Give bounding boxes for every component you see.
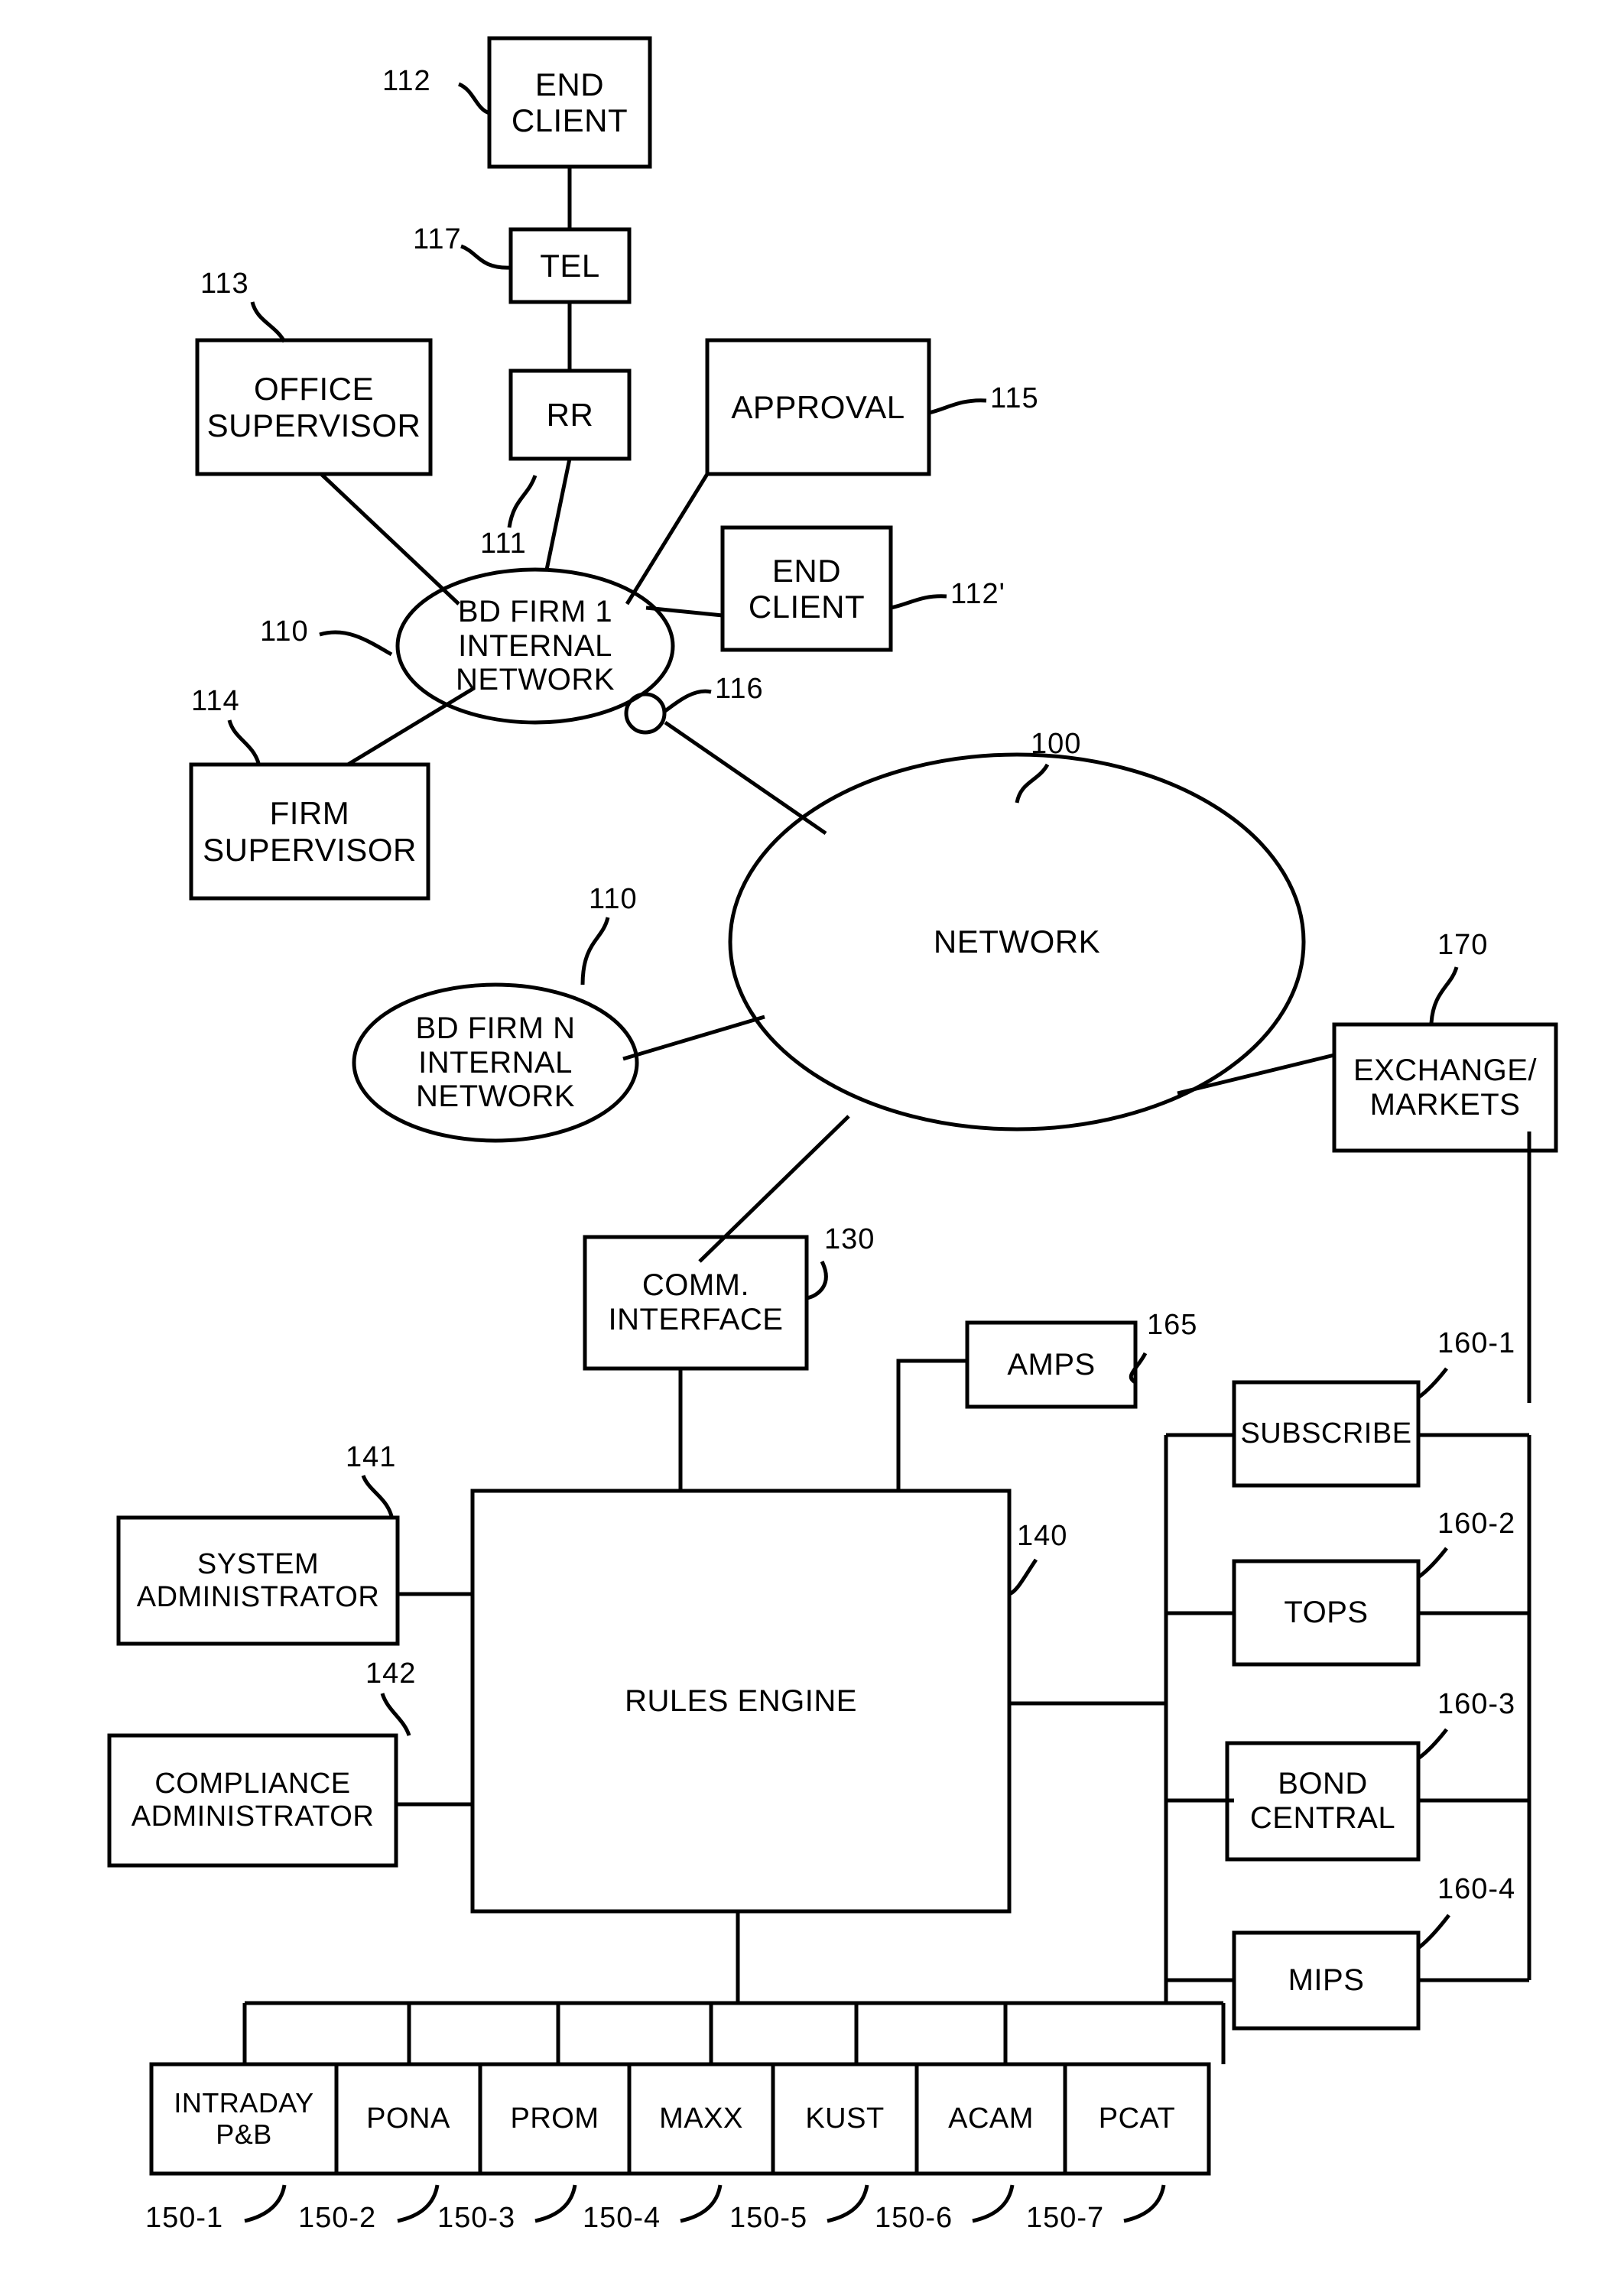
ref-150-1: 150-1 [145,2202,224,2234]
leader-150-1 [244,2184,287,2223]
shape-150-4 [627,2062,775,2176]
shape-firm-supervisor [189,762,430,901]
leader-150-7 [1123,2184,1166,2223]
ref-114: 114 [191,685,240,717]
ref-142: 142 [365,1657,417,1690]
link-bdfirmn-network [622,1015,765,1061]
ref-170: 170 [1437,929,1489,961]
shape-150-2 [334,2062,482,2176]
ref-150-5: 150-5 [729,2202,808,2234]
leader-116 [664,689,712,713]
ref-110-b: 110 [589,883,638,915]
ref-130: 130 [824,1223,875,1255]
ref-160-2: 160-2 [1437,1508,1516,1540]
ref-150-4: 150-4 [583,2202,661,2234]
leader-100 [1015,763,1050,804]
shape-amps [965,1320,1138,1409]
leader-150-6 [972,2184,1015,2223]
shape-end-client-top [487,36,652,169]
leader-150-3 [534,2184,577,2223]
ref-115: 115 [990,382,1039,414]
link-rr-bdfirm1 [544,458,572,570]
shape-gateway-node [624,692,667,735]
shape-exchange-markets [1332,1022,1558,1153]
shape-rr [508,369,632,461]
ref-160-1: 160-1 [1437,1327,1516,1359]
leader-160-3 [1417,1728,1448,1761]
shape-tops [1232,1559,1421,1667]
ref-111: 111 [480,528,527,560]
leader-130 [806,1260,828,1300]
leader-117 [460,244,512,270]
ref-165: 165 [1147,1309,1198,1341]
leader-170 [1429,966,1459,1024]
leader-160-2 [1417,1547,1448,1580]
ref-150-7: 150-7 [1026,2202,1105,2234]
leader-150-2 [397,2184,440,2223]
ref-116: 116 [715,673,764,705]
leader-112prime [890,594,947,610]
ref-117: 117 [413,223,462,255]
shape-end-client-prime [720,525,893,652]
leader-160-4 [1417,1914,1450,1950]
shape-bond-central [1225,1741,1421,1862]
shape-subscribe [1232,1380,1421,1488]
shape-150-1 [149,2062,339,2176]
leader-160-1 [1417,1367,1448,1400]
shape-rules-engine [470,1489,1012,1914]
shape-150-5 [771,2062,919,2176]
leader-114 [227,719,261,764]
ref-112: 112 [382,65,431,97]
link-approval-bdfirm1 [625,472,710,606]
leader-110b [580,917,610,985]
leader-140 [1008,1558,1038,1596]
shape-mips [1232,1930,1421,2031]
ref-140: 140 [1017,1520,1068,1552]
link-amps-rulesengine [896,1359,967,1491]
leader-142 [380,1693,411,1736]
ref-160-4: 160-4 [1437,1873,1516,1905]
shape-150-7 [1063,2062,1211,2176]
shape-compliance-administrator [107,1733,398,1868]
shape-150-6 [914,2062,1067,2176]
ref-112-prime: 112' [950,578,1005,610]
link-officesup-bdfirm1 [320,472,460,606]
shape-comm-interface [583,1235,809,1371]
ref-150-2: 150-2 [298,2202,377,2234]
shape-150-3 [478,2062,632,2176]
patent-figure: END CLIENT TEL RR OFFICE SUPERVISOR APPR… [0,0,1624,2289]
shape-tel [508,227,632,304]
ref-141: 141 [346,1441,397,1473]
link-firmsup-bdfirm1 [346,686,476,767]
shape-bd-firm-n [352,982,639,1143]
leader-150-5 [827,2184,869,2223]
ref-150-6: 150-6 [875,2202,953,2234]
leader-115 [928,398,987,415]
diagram-canvas [107,36,1558,2223]
shape-system-administrator [116,1515,400,1646]
shape-network [728,752,1306,1132]
leader-112 [457,82,491,115]
ref-113: 113 [200,268,249,300]
leader-110a [319,630,393,657]
ref-160-3: 160-3 [1437,1688,1516,1720]
ref-150-3: 150-3 [437,2202,516,2234]
ref-110-a: 110 [260,615,309,648]
leader-111 [507,475,538,528]
leader-141 [361,1475,394,1517]
ref-100: 100 [1031,728,1082,760]
shape-office-supervisor [195,338,433,476]
shape-approval [705,338,931,476]
leader-165 [1129,1352,1148,1385]
leader-113 [250,301,287,343]
leader-150-4 [680,2184,723,2223]
